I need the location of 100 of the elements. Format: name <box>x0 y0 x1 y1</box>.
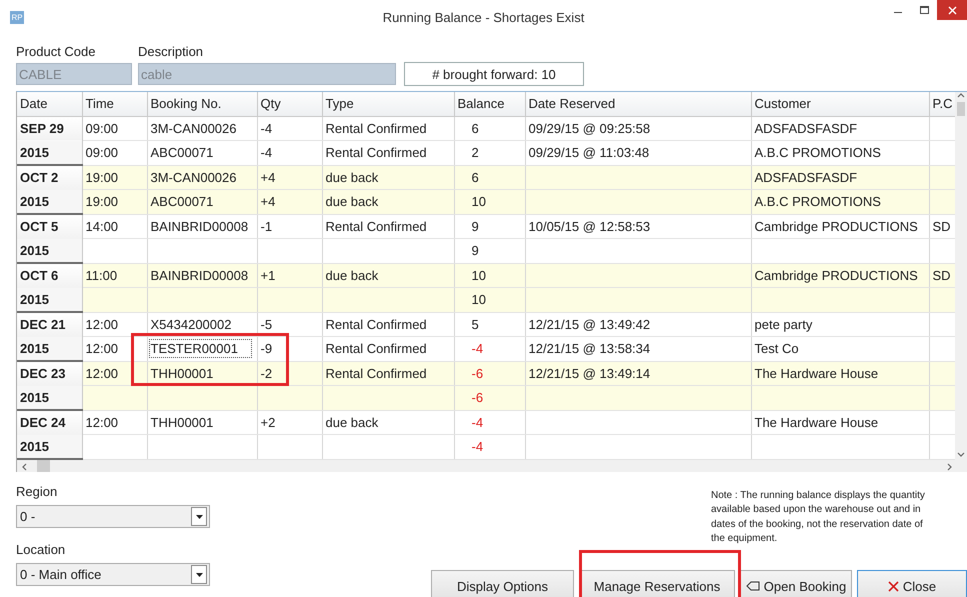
date-cell: 2015 <box>20 438 49 454</box>
type-cell: Rental Confirmed <box>326 316 427 332</box>
brought-forward-box: # brought forward: 10 <box>404 62 584 86</box>
qty-cell: +1 <box>260 268 276 283</box>
qty-cell: -1 <box>260 218 272 234</box>
column-header[interactable]: Date <box>17 92 82 116</box>
column-header[interactable]: Date Reserved <box>525 92 751 116</box>
maximize-icon <box>920 6 928 14</box>
location-dropdown[interactable]: 0 - Main office <box>16 563 210 586</box>
date-cell: DEC 23 <box>20 366 66 382</box>
close-button[interactable] <box>937 0 967 20</box>
scrollbar-thumb[interactable] <box>957 102 965 116</box>
time-cell: 12:00 <box>86 341 118 356</box>
qty-cell: +4 <box>260 170 276 185</box>
close-icon <box>888 580 899 592</box>
type-cell: Rental Confirmed <box>326 341 427 356</box>
column-header[interactable]: Type <box>322 92 454 116</box>
balance-cell: -6 <box>472 390 484 406</box>
type-cell: Rental Confirmed <box>326 218 427 234</box>
date-cell: OCT 2 <box>20 170 58 186</box>
region-dropdown[interactable]: 0 - <box>16 505 210 528</box>
type-cell: Rental Confirmed <box>326 145 427 160</box>
balance-cell: -6 <box>472 366 484 381</box>
balance-cell: -4 <box>472 439 484 454</box>
customer-cell: Cambridge PRODUCTIONS <box>754 218 918 234</box>
scroll-right-icon[interactable] <box>945 462 953 470</box>
action-button[interactable]: Manage Reservations <box>579 570 735 597</box>
column-header[interactable]: Booking No. <box>147 92 257 116</box>
booking-cell[interactable]: 3M-CAN00026 <box>148 118 252 138</box>
balance-cell: 10 <box>472 268 486 283</box>
booking-cell[interactable]: ABC00071 <box>148 143 252 162</box>
type-cell: due back <box>326 170 378 185</box>
column-header[interactable]: Balance <box>454 92 525 116</box>
qty-cell: -2 <box>260 366 272 381</box>
type-cell: Rental Confirmed <box>326 366 427 381</box>
date-cell: SEP 29 <box>20 121 64 136</box>
time-cell: 11:00 <box>86 268 118 283</box>
balance-cell: 2 <box>472 145 479 160</box>
date-reserved-cell: 12/21/15 @ 13:49:42 <box>528 316 650 332</box>
close-button[interactable]: Close <box>857 570 967 597</box>
time-cell: 12:00 <box>86 316 118 332</box>
qty-cell: -4 <box>260 120 272 136</box>
time-cell: 12:00 <box>86 366 118 381</box>
time-cell: 09:00 <box>86 145 118 160</box>
note-text: Note : The running balance displays the quantity available based upon the warehouse out and in dates of the booking, not the reservation date of the equipment. <box>711 489 926 546</box>
date-reserved-cell: 09/29/15 @ 11:03:48 <box>528 145 650 160</box>
time-cell: 19:00 <box>86 170 118 185</box>
balance-cell: 6 <box>472 170 479 185</box>
customer-cell: The Hardware House <box>754 414 878 430</box>
tag-icon <box>746 581 760 591</box>
customer-cell: The Hardware House <box>754 366 878 381</box>
column-header[interactable]: P.C <box>929 92 955 116</box>
booking-cell[interactable]: X5434200002 <box>148 314 252 334</box>
field-label: Location <box>16 542 66 557</box>
booking-cell[interactable]: BAINBRID00008 <box>148 216 252 236</box>
time-cell: 09:00 <box>86 120 118 136</box>
date-reserved-cell: 09/29/15 @ 09:25:58 <box>528 120 650 136</box>
action-button[interactable]: Display Options <box>431 570 574 597</box>
balance-cell: -4 <box>472 414 484 430</box>
field-label: Region <box>16 484 58 499</box>
date-reserved-cell: 12/21/15 @ 13:49:14 <box>528 366 650 381</box>
column-header[interactable]: Customer <box>751 92 929 116</box>
date-cell: 2015 <box>20 144 49 160</box>
dropdown-arrow-icon <box>196 514 202 518</box>
window-title: Running Balance - Shortages Exist <box>382 10 584 25</box>
po-cell: SD <box>932 218 951 234</box>
scroll-up-icon[interactable] <box>957 92 965 100</box>
booking-cell[interactable]: THH00001 <box>148 412 252 432</box>
open-booking-button[interactable]: Open Booking <box>740 570 852 597</box>
type-cell: due back <box>326 414 378 430</box>
po-cell: SD <box>932 268 951 283</box>
time-cell: 14:00 <box>86 218 118 234</box>
field-label: Product Code <box>16 44 96 59</box>
balance-cell: -4 <box>472 341 484 356</box>
qty-cell: +4 <box>260 194 276 210</box>
booking-cell[interactable]: TESTER00001 <box>148 339 252 358</box>
date-cell: 2015 <box>20 340 49 356</box>
balance-cell: 10 <box>472 292 486 308</box>
date-reserved-cell: 10/05/15 @ 12:58:53 <box>528 218 650 234</box>
column-header[interactable]: Time <box>82 92 147 116</box>
date-cell: OCT 6 <box>20 268 58 284</box>
customer-cell: Test Co <box>754 341 799 356</box>
qty-cell: -9 <box>260 341 272 356</box>
balance-cell: 6 <box>472 120 479 136</box>
balance-cell: 10 <box>472 194 486 210</box>
type-cell: due back <box>326 194 378 210</box>
customer-cell: A.B.C PROMOTIONS <box>754 145 881 160</box>
qty-cell: +2 <box>260 414 276 430</box>
scrollbar-thumb[interactable] <box>37 460 50 472</box>
qty-cell: -4 <box>260 145 272 160</box>
date-reserved-cell: 12/21/15 @ 13:58:34 <box>528 341 650 356</box>
customer-cell: ADSFADSFASDF <box>754 120 858 136</box>
balance-cell: 9 <box>472 218 479 234</box>
date-cell: 2015 <box>20 194 49 209</box>
dropdown-arrow-icon <box>196 572 202 576</box>
date-cell: DEC 21 <box>20 317 66 332</box>
scroll-down-icon[interactable] <box>957 450 965 458</box>
date-cell: OCT 5 <box>20 219 58 234</box>
column-header[interactable]: Qty <box>257 92 322 116</box>
scroll-left-icon[interactable] <box>21 462 29 470</box>
